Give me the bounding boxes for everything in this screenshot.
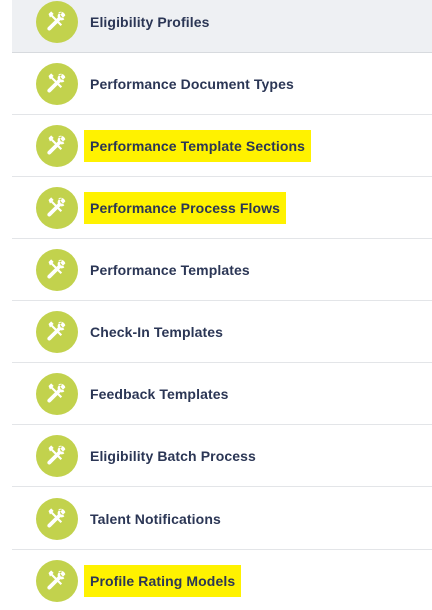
task-list: Eligibility Profiles Performance Documen… [0,0,432,610]
list-item-label: Performance Process Flows [84,191,287,224]
list-item-label: Performance Document Types [90,75,294,92]
list-item-label: Performance Template Sections [84,129,312,162]
list-item-performance-templates[interactable]: Performance Templates [12,239,432,301]
list-item-eligibility-profiles[interactable]: Eligibility Profiles [12,0,432,53]
tools-icon [36,248,78,291]
tools-icon [36,186,78,229]
tools-icon [36,62,78,105]
list-item-label: Check-In Templates [90,323,224,340]
tools-icon [36,124,78,167]
tools-icon [36,434,78,477]
tools-icon [36,497,78,540]
tools-icon [36,0,78,43]
tools-icon [36,372,78,415]
list-item-eligibility-batch-process[interactable]: Eligibility Batch Process [12,425,432,487]
list-item-label: Talent Notifications [90,510,221,527]
list-item-performance-document-types[interactable]: Performance Document Types [12,53,432,115]
list-item-label: Eligibility Batch Process [90,447,256,464]
list-item-check-in-templates[interactable]: Check-In Templates [12,301,432,363]
list-item-performance-process-flows[interactable]: Performance Process Flows [12,177,432,239]
tools-icon [36,560,78,602]
list-item-talent-notifications[interactable]: Talent Notifications [12,488,432,550]
tools-icon [36,310,78,353]
list-item-feedback-templates[interactable]: Feedback Templates [12,363,432,425]
list-item-performance-template-sections[interactable]: Performance Template Sections [12,115,432,177]
list-item-label: Profile Rating Models [84,565,242,597]
list-item-label: Performance Templates [90,261,250,278]
list-item-label: Eligibility Profiles [90,13,210,30]
list-item-profile-rating-models[interactable]: Profile Rating Models [12,550,432,610]
list-item-label: Feedback Templates [90,385,229,402]
